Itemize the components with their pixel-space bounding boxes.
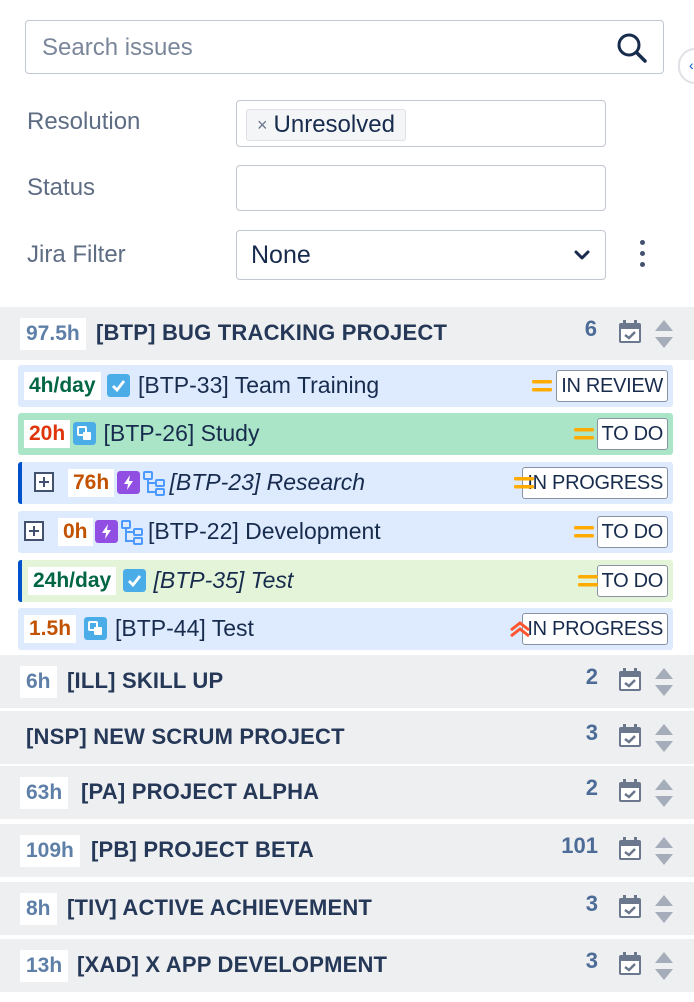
jira-filter-value: None (251, 241, 311, 269)
issue-title[interactable]: [BTP-26] Study (104, 420, 260, 447)
status-field[interactable] (236, 165, 606, 211)
hierarchy-icon[interactable] (142, 470, 166, 496)
chevron-down-icon (574, 250, 590, 260)
search-icon[interactable] (615, 31, 649, 65)
issue-hours: 20h (24, 420, 71, 448)
issue-hours: 4h/day (24, 372, 101, 400)
status-badge[interactable]: TO DO (596, 565, 668, 597)
issue-title[interactable]: [BTP-33] Team Training (138, 372, 379, 399)
status-badge[interactable]: IN PROGRESS (522, 613, 668, 645)
calendar-check-icon[interactable] (617, 836, 643, 862)
issue-row[interactable]: 24h/day [BTP-35] Test TO DO (18, 560, 673, 602)
sort-icon[interactable] (654, 836, 674, 866)
project-name[interactable]: [NSP] NEW SCRUM PROJECT (26, 724, 345, 750)
project-hours: 6h (20, 666, 57, 698)
project-row[interactable]: 6h [ILL] SKILL UP 2 (0, 655, 694, 708)
issue-count: 101 (561, 833, 598, 858)
hierarchy-icon[interactable] (120, 519, 144, 545)
issue-hours: 76h (68, 469, 115, 497)
priority-medium-icon (574, 526, 594, 538)
task-type-icon (122, 569, 146, 592)
issue-title[interactable]: [BTP-35] Test (154, 567, 294, 594)
resolution-field[interactable]: × Unresolved (236, 100, 606, 147)
sort-icon[interactable] (654, 723, 674, 753)
issue-row[interactable]: 20h [BTP-26] Study TO DO (18, 413, 673, 455)
expand-plus-icon[interactable] (34, 472, 54, 492)
issue-row[interactable]: 0h [BTP-22] Development TO DO (18, 511, 673, 553)
calendar-check-icon[interactable] (617, 778, 643, 804)
status-badge[interactable]: IN PROGRESS (522, 467, 668, 499)
subtask-type-icon (84, 617, 107, 640)
priority-high-icon (510, 621, 531, 637)
sort-icon[interactable] (654, 667, 674, 697)
priority-medium-icon (514, 477, 535, 489)
calendar-check-icon[interactable] (617, 723, 643, 749)
issue-row[interactable]: 4h/day [BTP-33] Team Training IN REVIEW (18, 365, 673, 407)
jira-filter-label: Jira Filter (27, 241, 126, 268)
more-options-icon[interactable] (636, 240, 648, 272)
project-name[interactable]: [PB] PROJECT BETA (91, 837, 314, 863)
status-badge[interactable]: TO DO (596, 516, 668, 548)
issue-count: 2 (585, 775, 598, 800)
chevron-left-icon: ‹ (689, 57, 694, 73)
priority-medium-icon (531, 380, 552, 392)
resolution-chip: × Unresolved (246, 109, 406, 141)
project-hours: 13h (20, 950, 69, 982)
status-label: Status (27, 174, 96, 201)
project-hours: 8h (20, 893, 57, 925)
search-input[interactable] (40, 21, 604, 75)
issue-row[interactable]: 76h [BTP-23] Research IN PROGRESS (18, 462, 673, 504)
issue-row[interactable]: 1.5h [BTP-44] Test IN PROGRESS (18, 608, 673, 650)
project-name[interactable]: [PA] PROJECT ALPHA (81, 779, 319, 805)
priority-medium-icon (574, 428, 594, 440)
status-badge[interactable]: IN REVIEW (556, 370, 668, 402)
collapse-panel-handle[interactable]: ‹ (678, 48, 694, 84)
calendar-check-icon[interactable] (617, 667, 643, 693)
task-type-icon (107, 374, 130, 397)
project-row[interactable]: 97.5h [BTP] BUG TRACKING PROJECT 6 (0, 307, 694, 360)
calendar-check-icon[interactable] (617, 951, 643, 977)
sort-icon[interactable] (654, 951, 674, 981)
jira-filter-select[interactable]: None (236, 230, 606, 280)
epic-type-icon (116, 471, 140, 494)
subtask-type-icon (72, 422, 96, 445)
project-row[interactable]: 63h [PA] PROJECT ALPHA 2 (0, 766, 694, 819)
issue-hours: 1.5h (24, 615, 77, 643)
project-row[interactable]: 8h [TIV] ACTIVE ACHIEVEMENT 3 (0, 882, 694, 935)
issue-title[interactable]: [BTP-23] Research (170, 469, 366, 496)
issue-count: 3 (585, 891, 598, 916)
search-box[interactable] (25, 20, 664, 75)
issue-title[interactable]: [BTP-22] Development (148, 518, 381, 545)
project-name[interactable]: [XAD] X APP DEVELOPMENT (77, 952, 387, 978)
project-hours: 63h (20, 777, 69, 809)
epic-type-icon (95, 520, 118, 543)
calendar-check-icon[interactable] (617, 894, 643, 920)
resolution-label: Resolution (27, 108, 141, 135)
issue-count: 3 (585, 948, 598, 973)
issue-hours: 0h (58, 518, 93, 546)
project-name[interactable]: [ILL] SKILL UP (67, 668, 223, 694)
project-name[interactable]: [BTP] BUG TRACKING PROJECT (96, 320, 447, 346)
calendar-check-icon[interactable] (617, 319, 643, 345)
project-hours: 97.5h (20, 318, 86, 350)
sort-icon[interactable] (654, 319, 674, 349)
issue-title[interactable]: [BTP-44] Test (115, 615, 254, 642)
project-hours: 109h (20, 835, 80, 867)
remove-chip-icon[interactable]: × (257, 110, 268, 140)
resolution-chip-label: Unresolved (273, 111, 395, 138)
sort-icon[interactable] (654, 778, 674, 808)
issue-hours: 24h/day (28, 567, 117, 595)
sort-icon[interactable] (654, 894, 674, 924)
issue-count: 3 (585, 720, 598, 745)
project-row[interactable]: 109h [PB] PROJECT BETA 101 (0, 824, 694, 877)
project-row[interactable]: [NSP] NEW SCRUM PROJECT 3 (0, 711, 694, 764)
issue-count: 2 (585, 664, 598, 689)
expand-plus-icon[interactable] (24, 521, 44, 541)
project-name[interactable]: [TIV] ACTIVE ACHIEVEMENT (67, 895, 372, 921)
issue-count: 6 (584, 316, 597, 341)
priority-medium-icon (578, 575, 598, 587)
project-row[interactable]: 13h [XAD] X APP DEVELOPMENT 3 (0, 939, 694, 992)
status-badge[interactable]: TO DO (596, 418, 668, 450)
